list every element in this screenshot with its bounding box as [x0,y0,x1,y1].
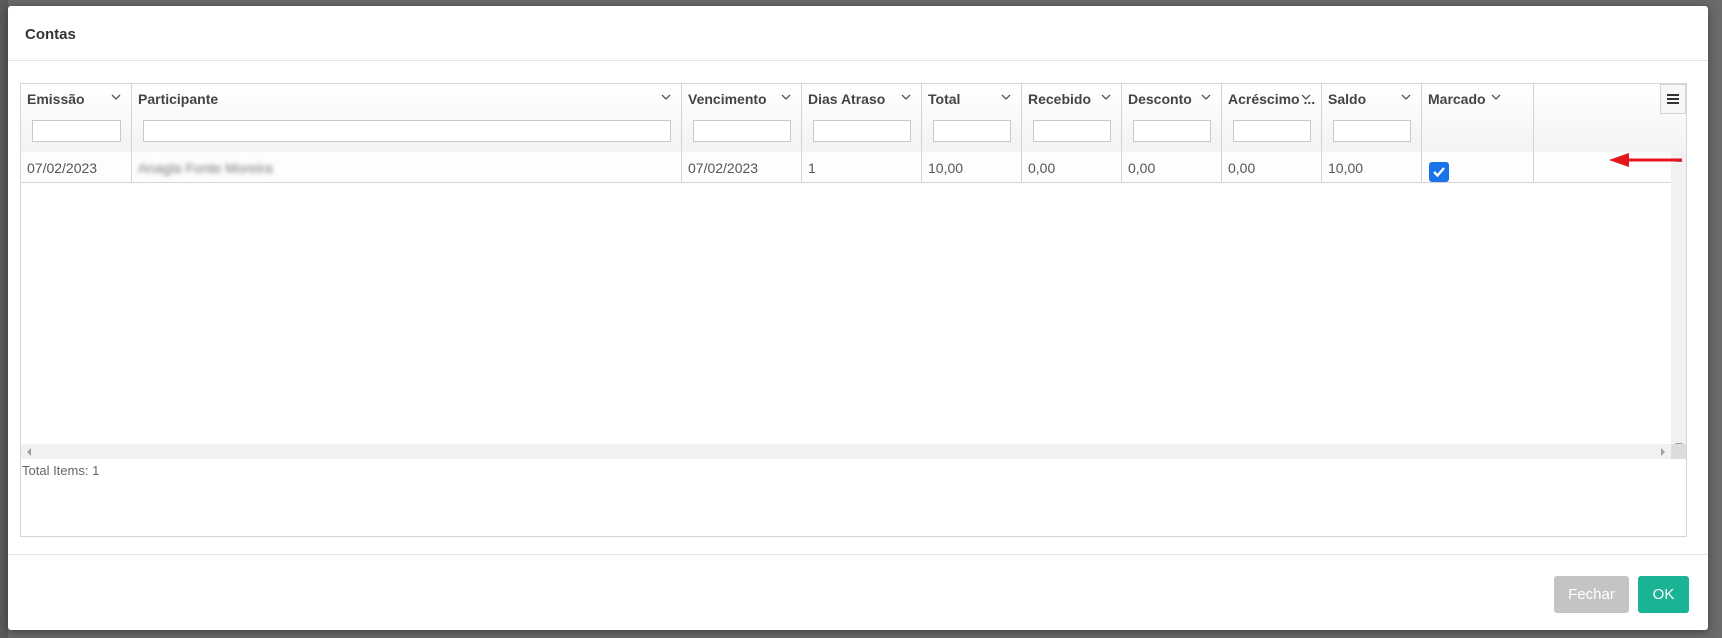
cell-total: 10,00 [922,152,1022,182]
cell-text-recebido: 0,00 [1028,160,1056,176]
chevron-down-icon[interactable] [1101,92,1111,102]
cell-dias_atraso: 1 [802,152,922,182]
chevron-down-icon[interactable] [1201,92,1211,102]
cell-text-saldo: 10,00 [1328,160,1364,176]
filter-input-emissao[interactable] [32,120,121,142]
column-header-desconto[interactable]: Desconto [1122,84,1222,152]
chevron-down-icon[interactable] [1301,92,1311,102]
contas-modal: Contas Emissão Participante Vencimento Dias… [8,6,1708,630]
cell-recebido: 0,00 [1022,152,1122,182]
filter-input-dias_atraso[interactable] [813,120,911,142]
filter-input-saldo[interactable] [1333,120,1411,142]
chevron-down-icon[interactable] [901,92,911,102]
chevron-down-icon[interactable] [781,92,791,102]
column-header-participante[interactable]: Participante [132,84,682,152]
cell-text-emissao: 07/02/2023 [27,160,98,176]
fechar-button[interactable]: Fechar [1554,576,1629,613]
cell-emissao: 07/02/2023 [21,152,132,182]
grid-body: 07/02/2023 Anagla Fonte Moreira 07/02/2023… [21,152,1671,453]
vertical-scrollbar[interactable] [1671,152,1686,453]
checkmark-icon [1433,167,1445,178]
cell-marcado[interactable] [1422,152,1534,182]
cell-text-acrescimo: 0,00 [1228,160,1256,176]
cell-vencimento: 07/02/2023 [682,152,802,182]
cell-text-participante: Anagla Fonte Moreira [138,160,273,176]
grid-header: Emissão Participante Vencimento Dias Atraso… [21,84,1686,153]
cell-acrescimo: 0,00 [1222,152,1322,182]
red-arrow-icon [1609,153,1682,167]
cell-text-dias_atraso: 1 [808,160,816,176]
column-title-vencimento: Vencimento [688,91,767,107]
column-header-acrescimo[interactable]: Acréscimo ... [1222,84,1322,152]
column-title-dias_atraso: Dias Atraso [808,91,886,107]
scroll-left-icon[interactable] [27,448,31,456]
grid-menu-button[interactable] [1660,84,1686,114]
table-row[interactable]: 07/02/2023 Anagla Fonte Moreira 07/02/2023… [21,152,1671,183]
ok-button[interactable]: OK [1638,576,1689,613]
column-header-total[interactable]: Total [922,84,1022,152]
filter-input-vencimento[interactable] [693,120,791,142]
marcado-checkbox[interactable] [1429,162,1449,182]
hamburger-icon [1667,94,1679,104]
scroll-right-icon[interactable] [1661,448,1665,456]
modal-footer: Fechar OK [8,554,1708,630]
column-header-saldo[interactable]: Saldo [1322,84,1422,152]
chevron-down-icon[interactable] [1001,92,1011,102]
column-header-marcado[interactable]: Marcado [1422,84,1534,152]
filter-input-recebido[interactable] [1033,120,1111,142]
column-header-dias_atraso[interactable]: Dias Atraso [802,84,922,152]
scroll-corner [1671,444,1686,459]
cell-text-total: 10,00 [928,160,964,176]
filter-input-desconto[interactable] [1133,120,1211,142]
modal-title: Contas [25,26,76,43]
column-title-marcado: Marcado [1428,91,1486,107]
horizontal-scrollbar[interactable] [21,444,1671,459]
cell-participante: Anagla Fonte Moreira [132,152,682,182]
chevron-down-icon[interactable] [1401,92,1411,102]
cell-desconto: 0,00 [1122,152,1222,182]
filter-input-participante[interactable] [143,120,671,142]
accounts-grid: Emissão Participante Vencimento Dias Atraso… [20,83,1687,537]
chevron-down-icon[interactable] [111,92,121,102]
filter-input-acrescimo[interactable] [1233,120,1311,142]
total-items-label: Total Items: 1 [22,463,100,478]
column-header-recebido[interactable]: Recebido [1022,84,1122,152]
cell-text-vencimento: 07/02/2023 [688,160,759,176]
modal-header: Contas [8,6,1708,61]
backdrop [0,0,8,638]
cell-text-desconto: 0,00 [1128,160,1156,176]
column-header-emissao[interactable]: Emissão [21,84,132,152]
filter-input-total[interactable] [933,120,1011,142]
cell-saldo: 10,00 [1322,152,1422,182]
column-title-participante: Participante [138,91,219,107]
chevron-down-icon[interactable] [661,92,671,102]
chevron-down-icon[interactable] [1491,92,1501,102]
column-header-vencimento[interactable]: Vencimento [682,84,802,152]
